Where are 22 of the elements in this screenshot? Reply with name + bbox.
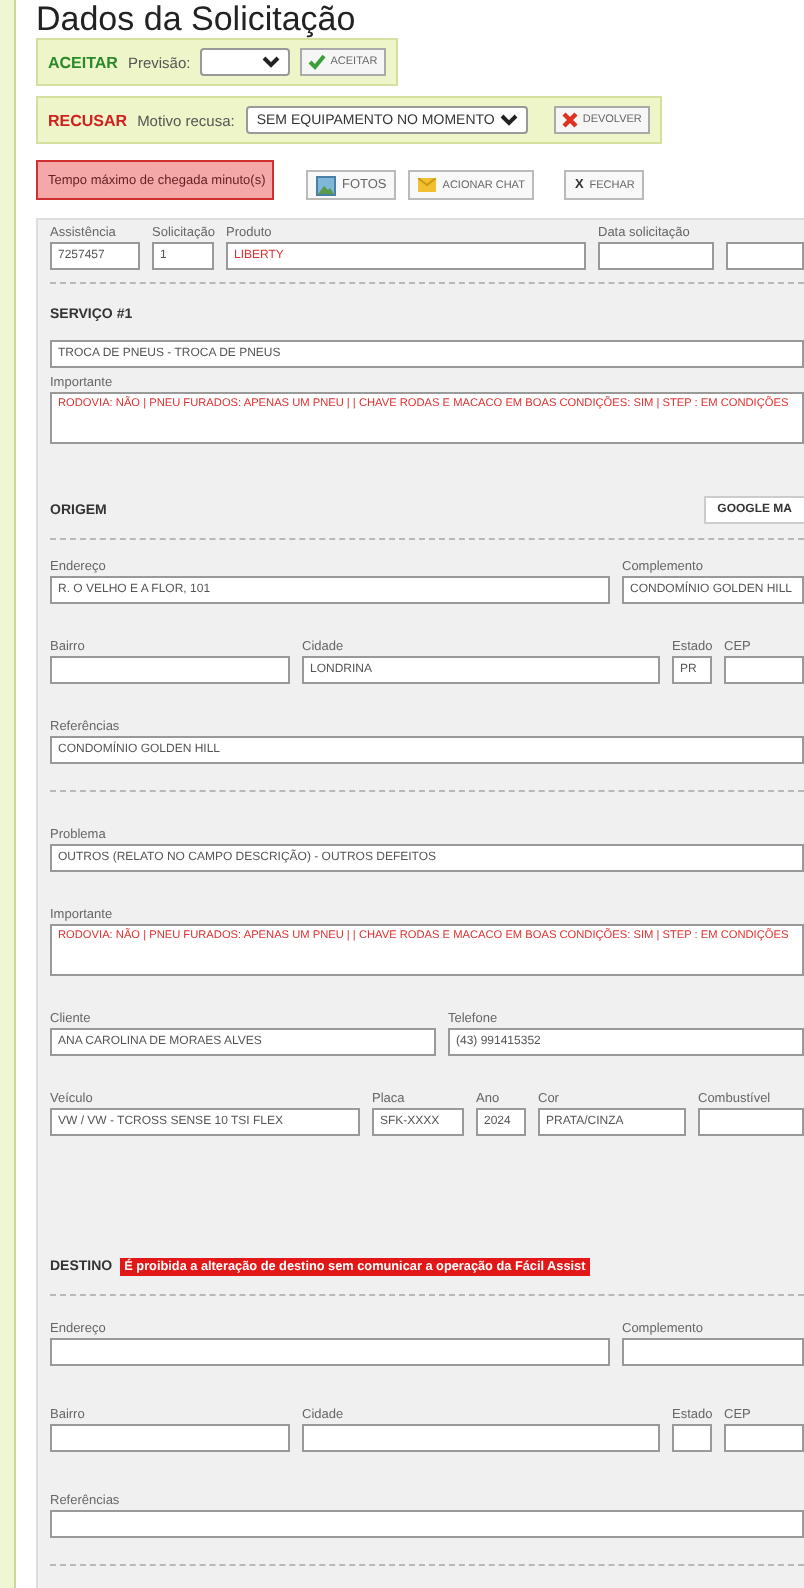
input-field[interactable]: [50, 1510, 804, 1538]
input-field[interactable]: [50, 1338, 610, 1366]
input-field[interactable]: [598, 242, 714, 270]
input-field[interactable]: [724, 656, 804, 684]
select-field[interactable]: [200, 48, 291, 76]
check-icon: [308, 54, 327, 70]
input-field[interactable]: [302, 1424, 660, 1452]
caret-icon: [262, 56, 281, 68]
refuse-label: RECUSAR: [48, 111, 128, 129]
input-field[interactable]: [50, 1424, 290, 1452]
input-field[interactable]: [50, 656, 290, 684]
envelope-icon: [418, 178, 437, 192]
picture-icon: [316, 175, 336, 195]
input-field[interactable]: [698, 1108, 804, 1136]
page-title: Dados da Solicitação: [36, 0, 358, 38]
input-field[interactable]: [622, 1338, 804, 1366]
input-field[interactable]: [724, 1424, 804, 1452]
cross-icon: [562, 112, 579, 128]
accept-label: ACEITAR: [48, 53, 118, 71]
input-field[interactable]: [672, 1424, 712, 1452]
input-field[interactable]: [726, 242, 804, 270]
caret-icon: [500, 114, 519, 126]
